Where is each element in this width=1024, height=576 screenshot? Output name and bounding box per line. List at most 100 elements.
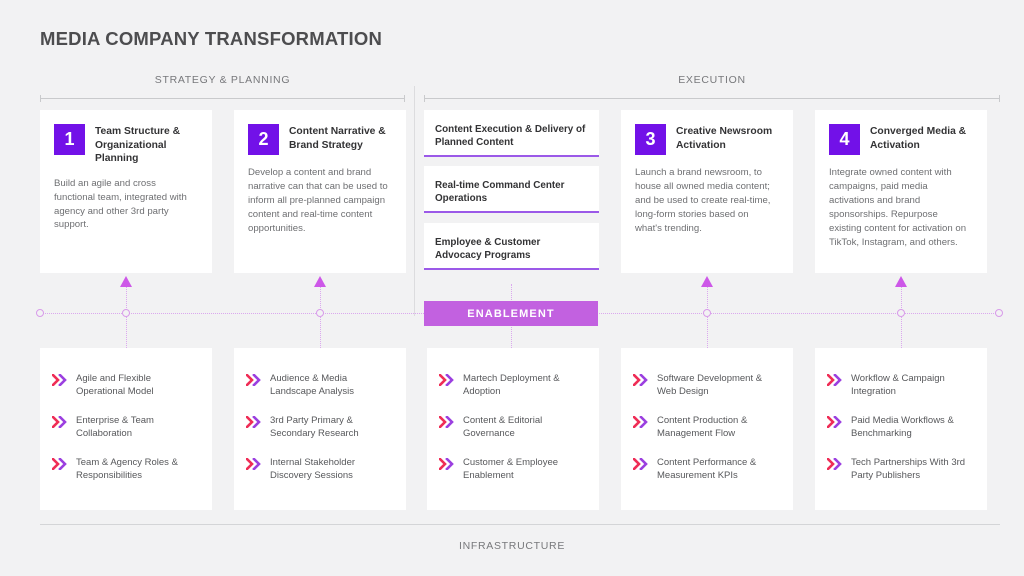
enabler-card-5[interactable]: Workflow & Campaign Integration Paid Med… [815, 348, 987, 510]
pillar-description: Integrate owned content with campaigns, … [829, 167, 967, 248]
pillar-number-badge: 3 [635, 124, 666, 155]
pillar-card-1[interactable]: 1 Team Structure & Organizational Planni… [40, 110, 212, 273]
enabler-label: Team & Agency Roles & Responsibilities [76, 456, 178, 482]
double-chevron-icon [245, 373, 263, 387]
rule-line [40, 98, 405, 99]
list-item: Audience & Media Landscape Analysis [245, 372, 393, 399]
pillar-title: Creative Newsroom Activation [676, 126, 773, 151]
deliverable-box-1[interactable]: Content Execution & Delivery of Planned … [424, 110, 599, 157]
phase-rule-execution [424, 95, 1000, 102]
list-item: Enterprise & Team Collaboration [51, 414, 199, 441]
double-chevron-icon [245, 415, 263, 429]
list-item: Tech Partnerships With 3rd Party Publish… [826, 456, 974, 483]
pillar-description: Develop a content and brand narrative ca… [248, 167, 388, 234]
enabler-label: Martech Deployment & Adoption [463, 373, 560, 398]
enablement-band: ENABLEMENT [424, 301, 598, 326]
phase-rule-strategy [40, 95, 405, 102]
double-chevron-icon [826, 415, 844, 429]
double-chevron-icon [245, 457, 263, 471]
enabler-label: Content & Editorial Governance [463, 414, 543, 440]
list-item: Paid Media Workflows & Benchmarking [826, 414, 974, 441]
list-item: Internal Stakeholder Discovery Sessions [245, 456, 393, 483]
double-chevron-icon [632, 373, 650, 387]
connector-vertical-line-5 [901, 284, 902, 356]
pillar-number-badge: 2 [248, 124, 279, 155]
connector-vertical-line-1 [126, 284, 127, 356]
enabler-label: Customer & Employee Enablement [463, 456, 559, 482]
phase-header-execution: EXECUTION [424, 74, 1000, 102]
phase-header-strategy: STRATEGY & PLANNING [40, 74, 405, 102]
arrow-up-icon-3 [701, 276, 713, 287]
deliverable-box-2[interactable]: Real-time Command Center Operations [424, 166, 599, 213]
enabler-label: Workflow & Campaign Integration [851, 373, 945, 398]
pillar-number-badge: 1 [54, 124, 85, 155]
phase-label-execution: EXECUTION [678, 74, 746, 86]
connector-node-4 [897, 309, 905, 317]
slide-canvas: MEDIA COMPANY TRANSFORMATION STRATEGY & … [0, 0, 1024, 576]
pillar-title: Content Narrative & Brand Strategy [289, 126, 386, 151]
pillar-number-badge: 4 [829, 124, 860, 155]
rule-cap-right [999, 95, 1000, 102]
enabler-label: Tech Partnerships With 3rd Party Publish… [851, 456, 966, 482]
infrastructure-divider [40, 524, 1000, 525]
enabler-card-4[interactable]: Software Development & Web Design Conten… [621, 348, 793, 510]
connector-node-3 [703, 309, 711, 317]
pillar-card-header: 1 Team Structure & Organizational Planni… [54, 124, 197, 166]
list-item: Agile and Flexible Operational Model [51, 372, 199, 399]
double-chevron-icon [826, 373, 844, 387]
pillar-card-header: 2 Content Narrative & Brand Strategy [248, 124, 391, 155]
connector-node-2 [316, 309, 324, 317]
double-chevron-icon [51, 457, 69, 471]
double-chevron-icon [632, 457, 650, 471]
list-item: Content Production & Management Flow [632, 414, 780, 441]
list-item: Workflow & Campaign Integration [826, 372, 974, 399]
enabler-card-2[interactable]: Audience & Media Landscape Analysis 3rd … [234, 348, 406, 510]
pillar-description: Launch a brand newsroom, to house all ow… [635, 167, 771, 234]
enabler-label: Content Performance & Measurement KPIs [657, 456, 757, 482]
pillar-card-2[interactable]: 2 Content Narrative & Brand Strategy Dev… [234, 110, 406, 273]
pillar-card-4[interactable]: 4 Converged Media & Activation Integrate… [815, 110, 987, 273]
pillar-card-header: 3 Creative Newsroom Activation [635, 124, 778, 155]
rule-cap-right [404, 95, 405, 102]
connector-node-1 [122, 309, 130, 317]
deliverable-box-3[interactable]: Employee & Customer Advocacy Programs [424, 223, 599, 270]
deliverable-label: Real-time Command Center Operations [435, 180, 565, 205]
rule-line [424, 98, 1000, 99]
connector-node-5 [995, 309, 1003, 317]
enabler-label: Paid Media Workflows & Benchmarking [851, 414, 954, 440]
deliverable-label: Content Execution & Delivery of Planned … [435, 124, 586, 149]
double-chevron-icon [438, 415, 456, 429]
double-chevron-icon [51, 373, 69, 387]
list-item: Customer & Employee Enablement [438, 456, 586, 483]
enabler-label: Agile and Flexible Operational Model [76, 373, 154, 398]
page-title: MEDIA COMPANY TRANSFORMATION [40, 28, 383, 49]
enabler-label: 3rd Party Primary & Secondary Research [270, 414, 359, 440]
phase-label-strategy: STRATEGY & PLANNING [154, 74, 291, 86]
connector-vertical-line-4 [707, 284, 708, 356]
list-item: Software Development & Web Design [632, 372, 780, 399]
enabler-label: Software Development & Web Design [657, 373, 763, 398]
double-chevron-icon [51, 415, 69, 429]
arrow-up-icon-4 [895, 276, 907, 287]
double-chevron-icon [632, 415, 650, 429]
deliverable-label: Employee & Customer Advocacy Programs [435, 237, 541, 262]
double-chevron-icon [438, 373, 456, 387]
connector-node-0 [36, 309, 44, 317]
list-item: Content & Editorial Governance [438, 414, 586, 441]
list-item: Content Performance & Measurement KPIs [632, 456, 780, 483]
enabler-label: Audience & Media Landscape Analysis [270, 373, 354, 398]
pillar-card-3[interactable]: 3 Creative Newsroom Activation Launch a … [621, 110, 793, 273]
pillar-description: Build an agile and cross functional team… [54, 177, 187, 231]
arrow-up-icon-2 [314, 276, 326, 287]
pillar-title: Converged Media & Activation [870, 126, 967, 151]
enabler-card-1[interactable]: Agile and Flexible Operational Model Ent… [40, 348, 212, 510]
infrastructure-label: INFRASTRUCTURE [458, 540, 566, 552]
list-item: Martech Deployment & Adoption [438, 372, 586, 399]
double-chevron-icon [438, 457, 456, 471]
enabler-label: Internal Stakeholder Discovery Sessions [270, 456, 356, 482]
double-chevron-icon [826, 457, 844, 471]
enabler-card-3[interactable]: Martech Deployment & Adoption Content & … [427, 348, 599, 510]
connector-vertical-line-2 [320, 284, 321, 356]
enabler-label: Content Production & Management Flow [657, 414, 748, 440]
pillar-card-header: 4 Converged Media & Activation [829, 124, 972, 155]
